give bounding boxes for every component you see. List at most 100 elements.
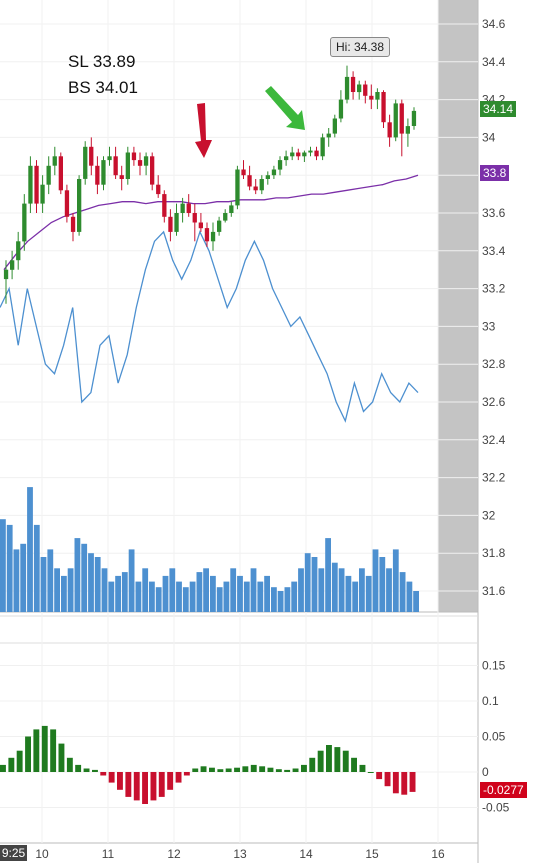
- candle-body: [77, 179, 82, 232]
- price-tick-label: 33.6: [482, 206, 506, 220]
- candle-body: [338, 99, 344, 119]
- after-hours-shade: [438, 0, 478, 612]
- volume-bar: [359, 568, 365, 612]
- oscillator-bar: [41, 725, 48, 772]
- candle-body: [217, 220, 222, 232]
- ma-value-badge: 33.8: [480, 165, 510, 181]
- candle-body: [235, 169, 240, 206]
- volume-bar: [196, 572, 203, 612]
- oscillator-bar: [334, 747, 341, 772]
- candle-body: [107, 156, 112, 161]
- candle-body: [186, 203, 191, 213]
- volume-bar: [121, 572, 128, 612]
- volume-bar: [203, 568, 209, 612]
- candle-body: [83, 146, 88, 179]
- price-tick-label: 32.6: [482, 395, 506, 409]
- oscillator-bar: [167, 772, 174, 790]
- candle-body: [357, 84, 362, 93]
- oscillator-bar: [292, 768, 299, 772]
- candle-body: [320, 137, 325, 157]
- volume-bar: [372, 549, 379, 612]
- candle-body: [393, 103, 398, 138]
- candle-body: [119, 175, 124, 179]
- stock-chart: 34.634.434.23433.833.633.433.23332.832.6…: [0, 0, 510, 863]
- osc-tick-label: -0.05: [482, 801, 510, 815]
- oscillator-bar: [100, 772, 107, 776]
- oscillator-bar: [259, 766, 266, 772]
- oscillator-bar: [409, 772, 416, 792]
- volume-bar: [101, 568, 108, 612]
- oscillator-bar: [66, 757, 73, 772]
- candle-body: [332, 118, 337, 134]
- oscillator-bar: [133, 772, 140, 801]
- volume-bar: [291, 581, 298, 612]
- candle-body: [387, 122, 392, 138]
- oscillator-bar: [58, 743, 65, 772]
- price-tick-label: 33.4: [482, 244, 506, 258]
- volume-bar: [338, 568, 345, 612]
- candle-body: [3, 269, 9, 280]
- time-tick-label: 11: [102, 847, 115, 861]
- volume-bar: [94, 557, 101, 612]
- candle-body: [64, 190, 70, 217]
- price-tick-label: 33: [482, 319, 496, 333]
- candle-body: [259, 179, 264, 191]
- volume-bar: [47, 549, 54, 612]
- candle-body: [180, 203, 185, 213]
- candle-body: [241, 169, 246, 176]
- price-tick-label: 34.4: [482, 55, 506, 69]
- candle-body: [70, 216, 76, 232]
- candle-body: [204, 228, 210, 242]
- candle-body: [46, 165, 51, 185]
- candle-body: [22, 203, 27, 242]
- volume-bar: [20, 543, 27, 613]
- volume-bar: [223, 581, 230, 612]
- oscillator-bar: [342, 750, 349, 772]
- candle-body: [156, 184, 161, 195]
- candle-body: [58, 156, 63, 191]
- volume-bar: [189, 581, 196, 612]
- volume-bar: [13, 549, 20, 612]
- volume-bar: [311, 557, 318, 612]
- volume-bar: [61, 575, 67, 612]
- candle-body: [89, 146, 94, 166]
- price-tick-label: 33.2: [482, 282, 506, 296]
- volume-bar: [40, 557, 47, 612]
- osc-tick-label: 0.05: [482, 730, 506, 744]
- volume-bar: [142, 568, 149, 612]
- volume-bar: [277, 591, 284, 612]
- oscillator-bar: [284, 769, 291, 772]
- oscillator-bar: [275, 769, 282, 772]
- candle-body: [326, 133, 331, 138]
- candle-body: [10, 260, 15, 270]
- oscillator-bar: [142, 772, 148, 804]
- candle-body: [95, 165, 100, 185]
- candle-body: [369, 95, 374, 100]
- volume-bar: [271, 587, 277, 612]
- volume-bar: [318, 568, 325, 612]
- candle-body: [174, 213, 179, 232]
- candle-body: [247, 175, 252, 187]
- volume-bar: [331, 562, 338, 612]
- oscillator-bar: [8, 757, 15, 772]
- oscillator-bar: [367, 772, 374, 773]
- oscillator-bar: [16, 750, 23, 772]
- volume-bar: [406, 581, 413, 612]
- volume-bar: [230, 568, 237, 612]
- oscillator-bar: [250, 764, 257, 772]
- candle-body: [131, 152, 137, 161]
- volume-bar: [210, 575, 216, 612]
- oscillator-bar: [192, 768, 199, 772]
- volume-bar: [413, 591, 419, 612]
- volume-bar: [216, 587, 223, 612]
- oscillator-bar: [242, 766, 249, 772]
- candle-body: [28, 165, 33, 204]
- time-tick-label: 12: [167, 847, 181, 861]
- volume-bar: [182, 587, 189, 612]
- candle-body: [192, 213, 197, 223]
- oscillator-bar: [183, 772, 190, 776]
- oscillator-bar: [376, 772, 383, 780]
- oscillator-bar: [217, 769, 224, 772]
- volume-bar: [27, 487, 33, 612]
- candle-body: [265, 175, 270, 179]
